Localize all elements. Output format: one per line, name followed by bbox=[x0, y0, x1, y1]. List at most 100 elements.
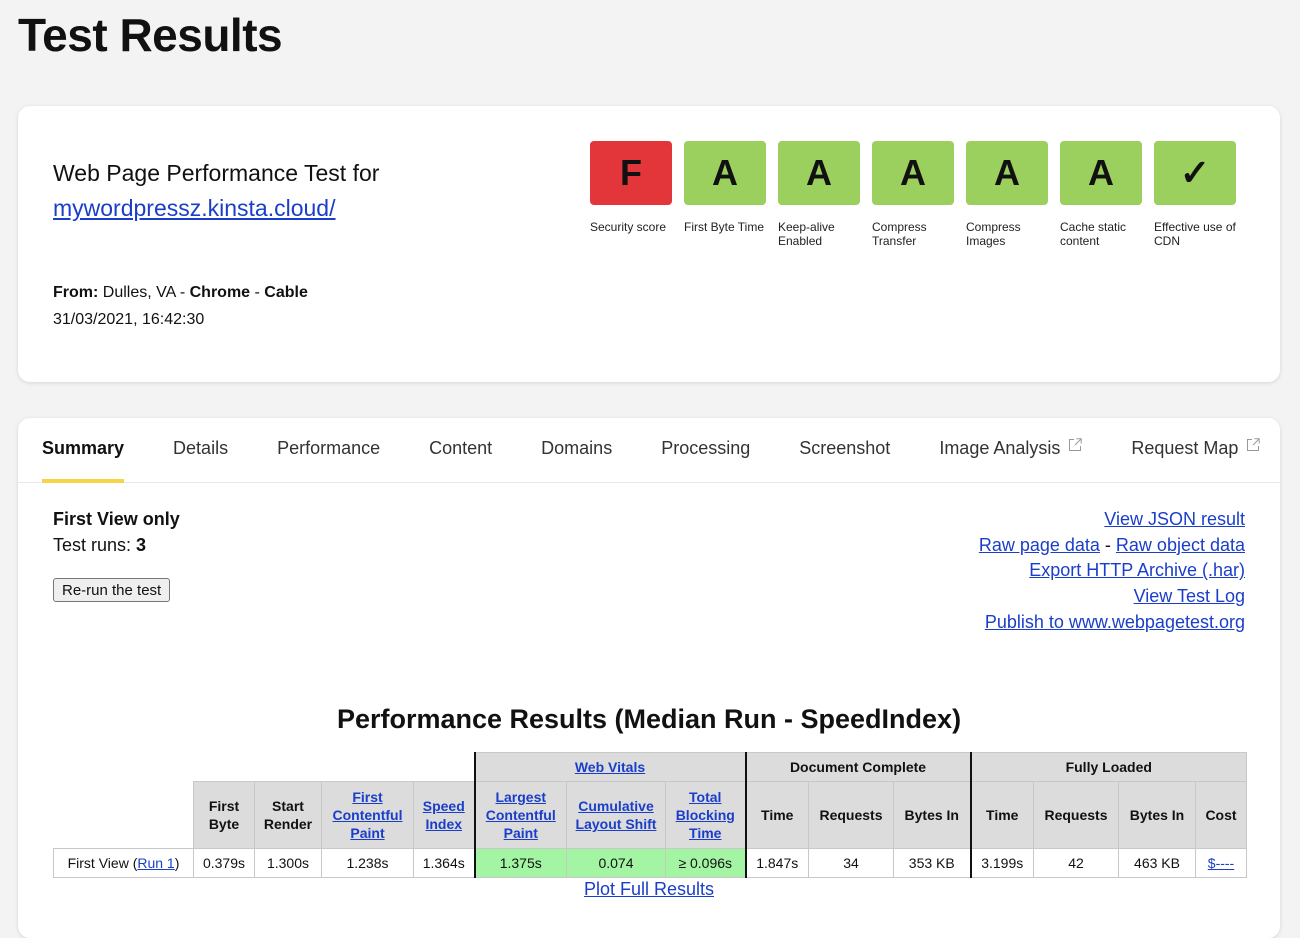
cell-first-byte: 0.379s bbox=[193, 848, 255, 878]
header-lcp: Largest Contentful Paint bbox=[473, 781, 567, 849]
plot-full-results-link[interactable]: Plot Full Results bbox=[584, 879, 714, 899]
tab-request-map[interactable]: Request Map bbox=[1131, 418, 1261, 483]
grade-compress-transfer[interactable]: A Compress Transfer bbox=[872, 141, 954, 248]
header-first-byte: First Byte bbox=[193, 781, 255, 849]
cell-dc-time: 1.847s bbox=[744, 848, 809, 878]
view-test-log-link[interactable]: View Test Log bbox=[1134, 586, 1245, 606]
results-card: Summary Details Performance Content Doma… bbox=[18, 418, 1280, 938]
cell-fl-time: 3.199s bbox=[969, 848, 1034, 878]
result-links: View JSON result Raw page data - Raw obj… bbox=[979, 507, 1245, 636]
group-header-row: Web Vitals Document Complete Fully Loade… bbox=[54, 752, 1247, 782]
view-mode: First View only bbox=[53, 509, 180, 529]
cell-cost: $---- bbox=[1195, 848, 1247, 878]
grade-cdn[interactable]: ✓ Effective use of CDN bbox=[1154, 141, 1236, 248]
header-label: First Byte bbox=[208, 798, 240, 832]
tab-content[interactable]: Content bbox=[429, 418, 492, 483]
cost-link[interactable]: $---- bbox=[1208, 855, 1234, 871]
cell-fl-bytes: 463 KB bbox=[1118, 848, 1196, 878]
tab-label: Summary bbox=[42, 438, 125, 458]
cls-link[interactable]: Cumulative Layout Shift bbox=[576, 798, 657, 832]
results-title: Performance Results (Median Run - SpeedI… bbox=[336, 704, 962, 734]
results-table: Web Vitals Document Complete Fully Loade… bbox=[53, 752, 1247, 878]
test-location: From: Dulles, VA - Chrome - Cable bbox=[53, 284, 308, 302]
grade-box[interactable]: A bbox=[778, 141, 860, 205]
grade-box[interactable]: A bbox=[684, 141, 766, 205]
page-title: Test Results bbox=[18, 9, 283, 61]
publish-link[interactable]: Publish to www.webpagetest.org bbox=[985, 612, 1245, 632]
grade-keep-alive[interactable]: A Keep-alive Enabled bbox=[778, 141, 860, 248]
blank-cell bbox=[54, 782, 194, 849]
tbt-link[interactable]: Total Blocking Time bbox=[676, 789, 735, 841]
grade-label: Compress Images bbox=[966, 220, 1021, 248]
runs-label: Test runs: bbox=[53, 535, 137, 555]
raw-page-data-link[interactable]: Raw page data bbox=[979, 535, 1100, 555]
header-dc-time: Time bbox=[744, 781, 809, 849]
tab-image-analysis[interactable]: Image Analysis bbox=[939, 418, 1083, 483]
tab-label: Processing bbox=[661, 438, 751, 458]
separator: - bbox=[175, 284, 190, 301]
tab-performance[interactable]: Performance bbox=[277, 418, 380, 483]
speed-index-link[interactable]: Speed Index bbox=[423, 798, 465, 832]
tab-label: Request Map bbox=[1131, 438, 1239, 458]
checkmark-icon[interactable]: ✓ bbox=[1154, 141, 1236, 205]
plot-results-container: Plot Full Results bbox=[18, 879, 1280, 900]
blank-cell bbox=[54, 753, 475, 782]
grade-box[interactable]: A bbox=[872, 141, 954, 205]
header-fl-requests: Requests bbox=[1033, 781, 1119, 849]
row-label-text: ) bbox=[174, 855, 180, 871]
grade-cache-static[interactable]: A Cache static content bbox=[1060, 141, 1142, 248]
cell-lcp: 1.375s bbox=[473, 848, 567, 878]
tab-processing[interactable]: Processing bbox=[661, 418, 750, 483]
tab-details[interactable]: Details bbox=[173, 418, 228, 483]
grade-security[interactable]: F Security score bbox=[590, 141, 672, 248]
run-link[interactable]: Run 1 bbox=[137, 855, 174, 871]
group-document-complete: Document Complete bbox=[744, 752, 971, 782]
separator: - bbox=[250, 284, 265, 301]
tab-label: Image Analysis bbox=[939, 438, 1061, 458]
raw-object-data-link[interactable]: Raw object data bbox=[1116, 535, 1245, 555]
tab-label: Performance bbox=[277, 438, 381, 458]
grade-box[interactable]: F bbox=[590, 141, 672, 205]
view-json-link[interactable]: View JSON result bbox=[1104, 509, 1245, 529]
lcp-link[interactable]: Largest Contentful Paint bbox=[486, 789, 556, 841]
fcp-link[interactable]: First Contentful Paint bbox=[333, 789, 403, 841]
grade-box[interactable]: A bbox=[1060, 141, 1142, 205]
header-dc-requests: Requests bbox=[808, 781, 894, 849]
runs-value: 3 bbox=[136, 535, 147, 555]
group-fully-loaded: Fully Loaded bbox=[969, 752, 1247, 782]
header-fl-bytes: Bytes In bbox=[1118, 781, 1196, 849]
tab-summary[interactable]: Summary bbox=[42, 418, 125, 483]
test-for-label: Web Page Performance Test for bbox=[53, 160, 380, 186]
cell-fl-requests: 42 bbox=[1033, 848, 1119, 878]
tab-label: Content bbox=[429, 438, 493, 458]
rerun-test-button[interactable]: Re-run the test bbox=[53, 578, 171, 602]
grade-label: Effective use of CDN bbox=[1154, 220, 1236, 248]
header-speed-index: Speed Index bbox=[413, 781, 475, 849]
grade-label: Keep-alive Enabled bbox=[778, 220, 835, 248]
connection: Cable bbox=[264, 284, 308, 301]
group-web-vitals: Web Vitals bbox=[473, 752, 746, 782]
table-row: First View (Run 1) 0.379s 1.300s 1.238s … bbox=[53, 848, 1247, 878]
grade-label: Security score bbox=[590, 220, 667, 234]
grade-label: Compress Transfer bbox=[872, 220, 927, 248]
tab-domains[interactable]: Domains bbox=[541, 418, 612, 483]
grade-box[interactable]: A bbox=[966, 141, 1048, 205]
tab-screenshot[interactable]: Screenshot bbox=[799, 418, 890, 483]
cell-speed-index: 1.364s bbox=[413, 848, 475, 878]
grade-compress-images[interactable]: A Compress Images bbox=[966, 141, 1048, 248]
tab-bar: Summary Details Performance Content Doma… bbox=[18, 418, 1280, 483]
test-summary-card: Web Page Performance Test for mywordpres… bbox=[18, 106, 1280, 382]
test-datetime: 31/03/2021, 16:42:30 bbox=[53, 311, 205, 328]
grade-list: F Security score A First Byte Time A Kee… bbox=[590, 141, 1248, 248]
export-har-link[interactable]: Export HTTP Archive (.har) bbox=[1029, 560, 1245, 580]
location: Dulles, VA bbox=[102, 284, 176, 301]
web-vitals-link[interactable]: Web Vitals bbox=[575, 759, 645, 775]
grade-first-byte[interactable]: A First Byte Time bbox=[684, 141, 766, 248]
cell-start-render: 1.300s bbox=[254, 848, 322, 878]
test-runs: Test runs: 3 bbox=[53, 535, 146, 556]
tested-url-link[interactable]: mywordpressz.kinsta.cloud/ bbox=[53, 195, 336, 221]
tab-label: Domains bbox=[541, 438, 613, 458]
grade-label: Cache static content bbox=[1060, 220, 1127, 248]
header-label: Start Render bbox=[263, 798, 313, 832]
external-link-icon bbox=[1069, 438, 1083, 451]
